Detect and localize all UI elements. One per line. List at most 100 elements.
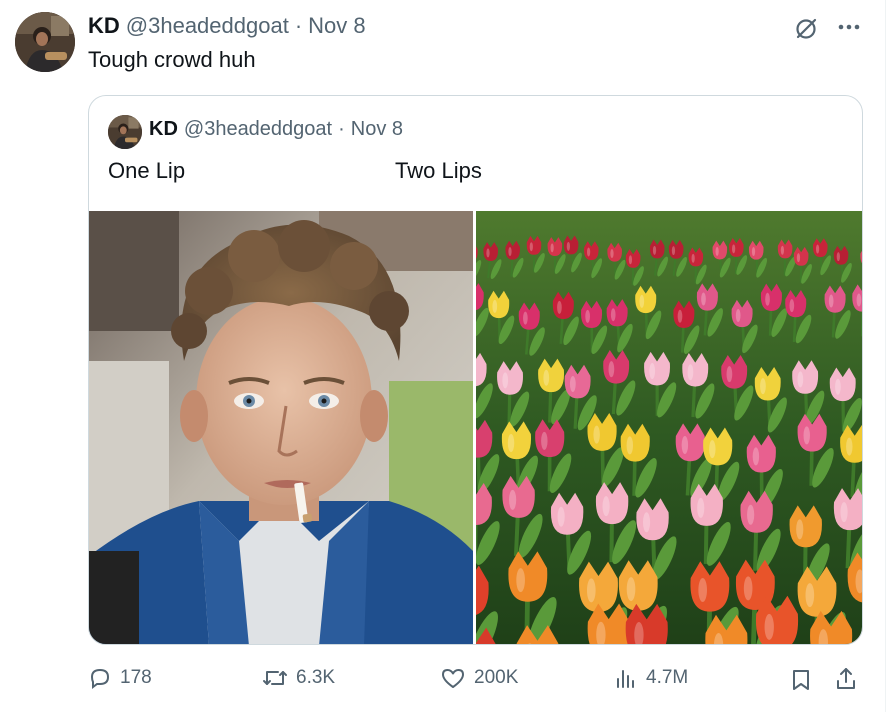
like-count: 200K [474, 667, 519, 688]
tulip-highlight [507, 433, 515, 452]
tulip-highlight [557, 300, 562, 314]
tulip-highlight [585, 309, 590, 323]
tweet-date[interactable]: Nov 8 [308, 13, 365, 39]
bookmark-icon [793, 670, 809, 690]
tulip-highlight [610, 249, 614, 259]
share-icon [837, 668, 855, 689]
quoted-tweet-date: Nov 8 [350, 118, 404, 140]
tulip-highlight [691, 253, 695, 263]
tulip-highlight [639, 294, 645, 308]
reply-count: 178 [120, 667, 152, 688]
tulip-highlight [698, 577, 707, 602]
tulip-highlight [765, 292, 770, 306]
quoted-author-handle: @3headeddgoat [183, 118, 333, 140]
tulip-highlight [803, 426, 810, 445]
tulip-highlight [508, 247, 512, 257]
tulip-highlight [608, 361, 615, 378]
tulip-highlight [671, 246, 676, 256]
author-handle[interactable]: @3headeddgoat [126, 13, 289, 39]
tweet-header: KD @3headeddgoat · Nov 8 [88, 13, 366, 41]
grok-icon[interactable] [793, 16, 819, 42]
tulip-highlight [677, 309, 683, 323]
tulip-highlight [726, 366, 733, 383]
tulip-highlight [709, 440, 716, 459]
bookmark-button[interactable] [790, 668, 820, 692]
views-icon [617, 670, 634, 688]
tulip-highlight [642, 512, 651, 533]
share-button[interactable] [834, 666, 866, 692]
author-name[interactable]: KD [88, 13, 120, 39]
tulip-highlight [828, 294, 834, 308]
tulip-highlight [626, 436, 634, 455]
tulip-highlight [628, 255, 633, 265]
tulip-highlight [681, 436, 689, 455]
tulip-highlight [732, 244, 736, 254]
repost-button[interactable]: 6.3K [262, 666, 335, 690]
quoted-header-separator: · [338, 118, 345, 140]
quoted-author-name: KD [149, 118, 178, 140]
tulip-highlight [610, 308, 616, 322]
tulip-highlight [652, 245, 657, 255]
timeline-border [885, 0, 886, 712]
tulip-highlight [701, 292, 706, 306]
tulip-highlight [523, 311, 528, 325]
tulip-highlight [796, 253, 801, 263]
quoted-tweet-header: KD @3headeddgoat · Nov 8 [149, 118, 403, 141]
tulip-highlight [557, 506, 565, 527]
tulip-highlight [626, 577, 636, 602]
tulip-highlight [815, 244, 820, 254]
like-button[interactable]: 200K [440, 666, 518, 690]
tulip-highlight [751, 247, 756, 257]
reply-icon [90, 668, 110, 689]
repost-count: 6.3K [296, 667, 336, 688]
tulip-highlight [550, 243, 554, 253]
tulip-highlight [743, 576, 753, 601]
tulips-image[interactable] [476, 211, 862, 644]
tulip-highlight [835, 378, 841, 395]
tulip-highlight [586, 247, 591, 257]
tulip-highlight [752, 447, 760, 466]
tulip-highlight [697, 497, 705, 518]
tulip-highlight [796, 519, 804, 540]
tulip-highlight [492, 299, 498, 313]
tweet-action-bar: 178 6.3K 200K 4.7M [0, 660, 888, 700]
views-count: 4.7M [646, 667, 689, 688]
quoted-author-avatar [108, 115, 142, 149]
tulip-highlight [649, 363, 656, 380]
tulip-highlight [735, 308, 741, 322]
portrait-image[interactable] [89, 211, 473, 644]
tulip-highlight [780, 245, 785, 255]
tulip-highlight [593, 425, 600, 444]
tulip-highlight [586, 578, 596, 603]
tulip-highlight [516, 568, 525, 593]
tulip-highlight [509, 489, 517, 510]
tulip-highlight [502, 372, 509, 389]
tulip-highlight [805, 583, 815, 608]
more-icon[interactable] [836, 14, 862, 40]
tulip-highlight [789, 299, 795, 313]
reply-button[interactable]: 178 [88, 666, 152, 690]
caption-two-lips: Two Lips [395, 158, 482, 183]
tulip-highlight [541, 431, 548, 450]
header-separator: · [294, 13, 303, 38]
caption-one-lip: One Lip [108, 158, 186, 183]
tulip-stem [860, 297, 862, 337]
tulip-highlight [715, 246, 719, 256]
tulip-highlight [543, 369, 550, 386]
tulip-highlight [687, 364, 694, 381]
tulip-highlight [529, 242, 533, 252]
tulip-highlight [840, 502, 848, 523]
tulip-highlight [836, 252, 840, 262]
tweet-text: Tough crowd huh [88, 47, 256, 72]
author-avatar[interactable] [15, 12, 75, 72]
tulip-highlight [602, 496, 610, 517]
quoted-tweet[interactable]: KD @3headeddgoat · Nov 8 One Lip Two Lip… [88, 95, 863, 645]
tulip-highlight [569, 375, 576, 392]
tulip-highlight [846, 437, 853, 456]
views-button[interactable]: 4.7M [614, 666, 688, 690]
tulip-highlight [760, 378, 766, 395]
tulip-highlight [856, 293, 862, 307]
tulip-highlight [486, 248, 490, 258]
tulip-highlight [566, 241, 571, 251]
like-icon [442, 669, 464, 688]
